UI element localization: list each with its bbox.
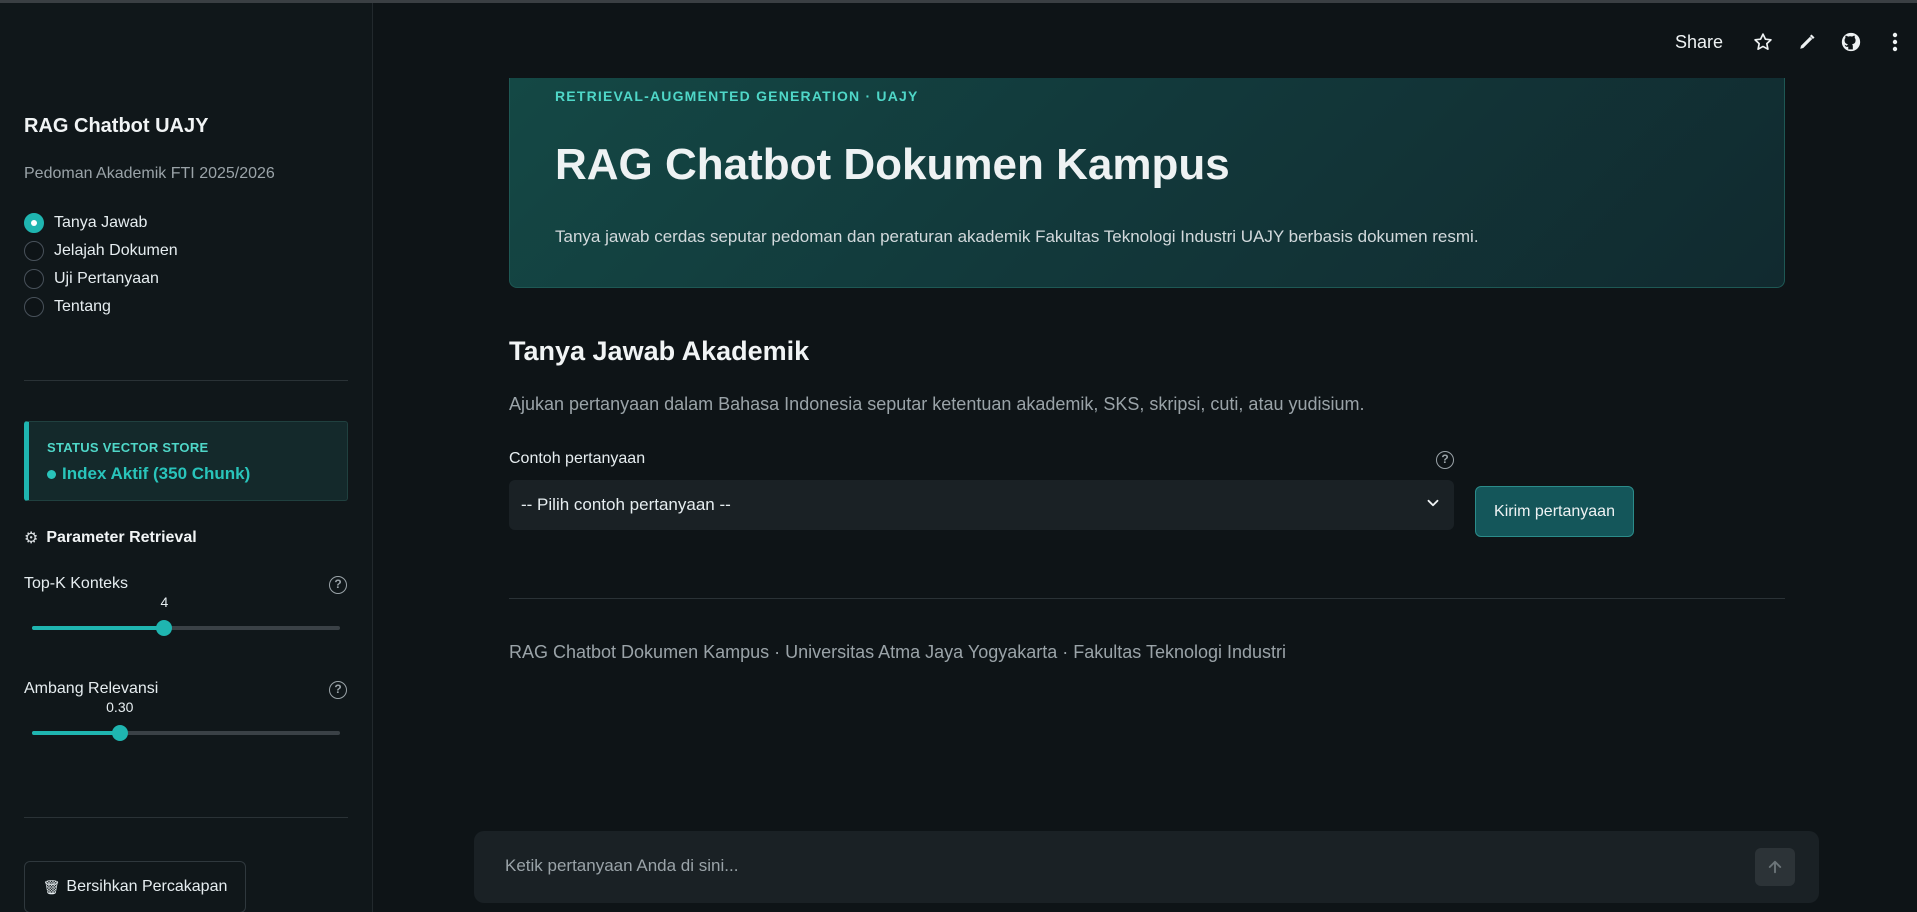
status-value: Index Aktif (350 Chunk) <box>47 464 250 484</box>
sidebar: RAG Chatbot UAJY Pedoman Akademik FTI 20… <box>0 3 373 912</box>
clear-button-label: Bersihkan Percakapan <box>66 878 228 895</box>
status-dot-icon <box>47 469 56 479</box>
hero-description: Tanya jawab cerdas seputar pedoman dan p… <box>555 227 1479 246</box>
status-value-text: Index Aktif (350 Chunk) <box>62 464 251 483</box>
nav-radio-tentang[interactable]: Tentang <box>24 293 178 321</box>
topk-slider-label: Top-K Konteks <box>24 575 129 592</box>
params-heading: ⚙ Parameter Retrieval <box>24 528 197 548</box>
star-icon[interactable] <box>1741 20 1785 64</box>
edit-pencil-icon[interactable] <box>1785 20 1829 64</box>
footer-text: RAG Chatbot Dokumen Kampus · Universitas… <box>509 642 1287 662</box>
topk-slider[interactable]: 4 <box>32 594 340 636</box>
nav-radio-tanya-jawab[interactable]: Tanya Jawab <box>24 209 178 237</box>
example-questions-select[interactable]: -- Pilih contoh pertanyaan -- <box>509 480 1454 530</box>
hero-banner: RETRIEVAL-AUGMENTED GENERATION · UAJY RA… <box>509 78 1785 288</box>
select-value: -- Pilih contoh pertanyaan -- <box>521 495 731 514</box>
sidebar-divider <box>24 380 348 381</box>
send-question-button[interactable]: Kirim pertanyaan <box>1475 486 1634 537</box>
gear-icon: ⚙ <box>24 530 39 547</box>
github-icon[interactable] <box>1829 20 1873 64</box>
page-nav-radio-group: Tanya Jawab Jelajah Dokumen Uji Pertanya… <box>24 209 178 321</box>
threshold-slider-label: Ambang Relevansi <box>24 680 159 697</box>
hero-eyebrow: RETRIEVAL-AUGMENTED GENERATION · UAJY <box>555 88 919 104</box>
slider-thumb[interactable] <box>111 725 128 741</box>
sidebar-app-title: RAG Chatbot UAJY <box>24 115 209 137</box>
help-icon[interactable]: ? <box>329 576 347 594</box>
radio-empty-icon <box>24 269 44 289</box>
nav-radio-label: Jelajah Dokumen <box>54 242 178 259</box>
nav-radio-uji-pertanyaan[interactable]: Uji Pertanyaan <box>24 265 178 293</box>
nav-radio-label: Tanya Jawab <box>54 214 148 231</box>
clear-conversation-button[interactable]: 🗑 Bersihkan Percakapan <box>24 861 246 912</box>
main-divider <box>509 598 1785 599</box>
radio-empty-icon <box>24 297 44 317</box>
chat-input-container[interactable]: Ketik pertanyaan Anda di sini... <box>474 831 1819 903</box>
more-options-icon[interactable] <box>1873 20 1917 64</box>
arrow-up-icon <box>1768 860 1782 874</box>
example-questions-label: Contoh pertanyaan <box>509 450 646 467</box>
slider-thumb[interactable] <box>156 620 173 636</box>
share-button[interactable]: Share <box>1675 32 1723 53</box>
status-label: STATUS VECTOR STORE <box>47 440 209 455</box>
slider-value: 4 <box>160 594 169 610</box>
section-description: Ajukan pertanyaan dalam Bahasa Indonesia… <box>509 394 1365 414</box>
radio-selected-icon <box>24 213 44 233</box>
sidebar-subtitle: Pedoman Akademik FTI 2025/2026 <box>24 165 275 182</box>
chevron-down-icon <box>1424 494 1442 517</box>
hero-title: RAG Chatbot Dokumen Kampus <box>555 140 1230 189</box>
page-title: Tanya Jawab Akademik <box>509 336 810 366</box>
chat-input-placeholder[interactable]: Ketik pertanyaan Anda di sini... <box>505 856 738 876</box>
app-header-toolbar: Share <box>1675 20 1917 64</box>
slider-fill <box>32 626 165 630</box>
params-heading-text: Parameter Retrieval <box>46 529 197 546</box>
chat-send-button[interactable] <box>1755 848 1795 886</box>
radio-empty-icon <box>24 241 44 261</box>
vector-store-status-card: STATUS VECTOR STORE Index Aktif (350 Chu… <box>24 421 348 501</box>
threshold-slider[interactable]: 0.30 <box>32 699 340 741</box>
help-icon[interactable]: ? <box>329 681 347 699</box>
nav-radio-label: Uji Pertanyaan <box>54 270 159 287</box>
slider-fill <box>32 731 120 735</box>
help-icon[interactable]: ? <box>1436 451 1454 469</box>
nav-radio-jelajah-dokumen[interactable]: Jelajah Dokumen <box>24 237 178 265</box>
slider-value: 0.30 <box>106 699 134 715</box>
sidebar-divider <box>24 817 348 818</box>
nav-radio-label: Tentang <box>54 298 111 315</box>
trash-icon: 🗑 <box>42 878 61 895</box>
